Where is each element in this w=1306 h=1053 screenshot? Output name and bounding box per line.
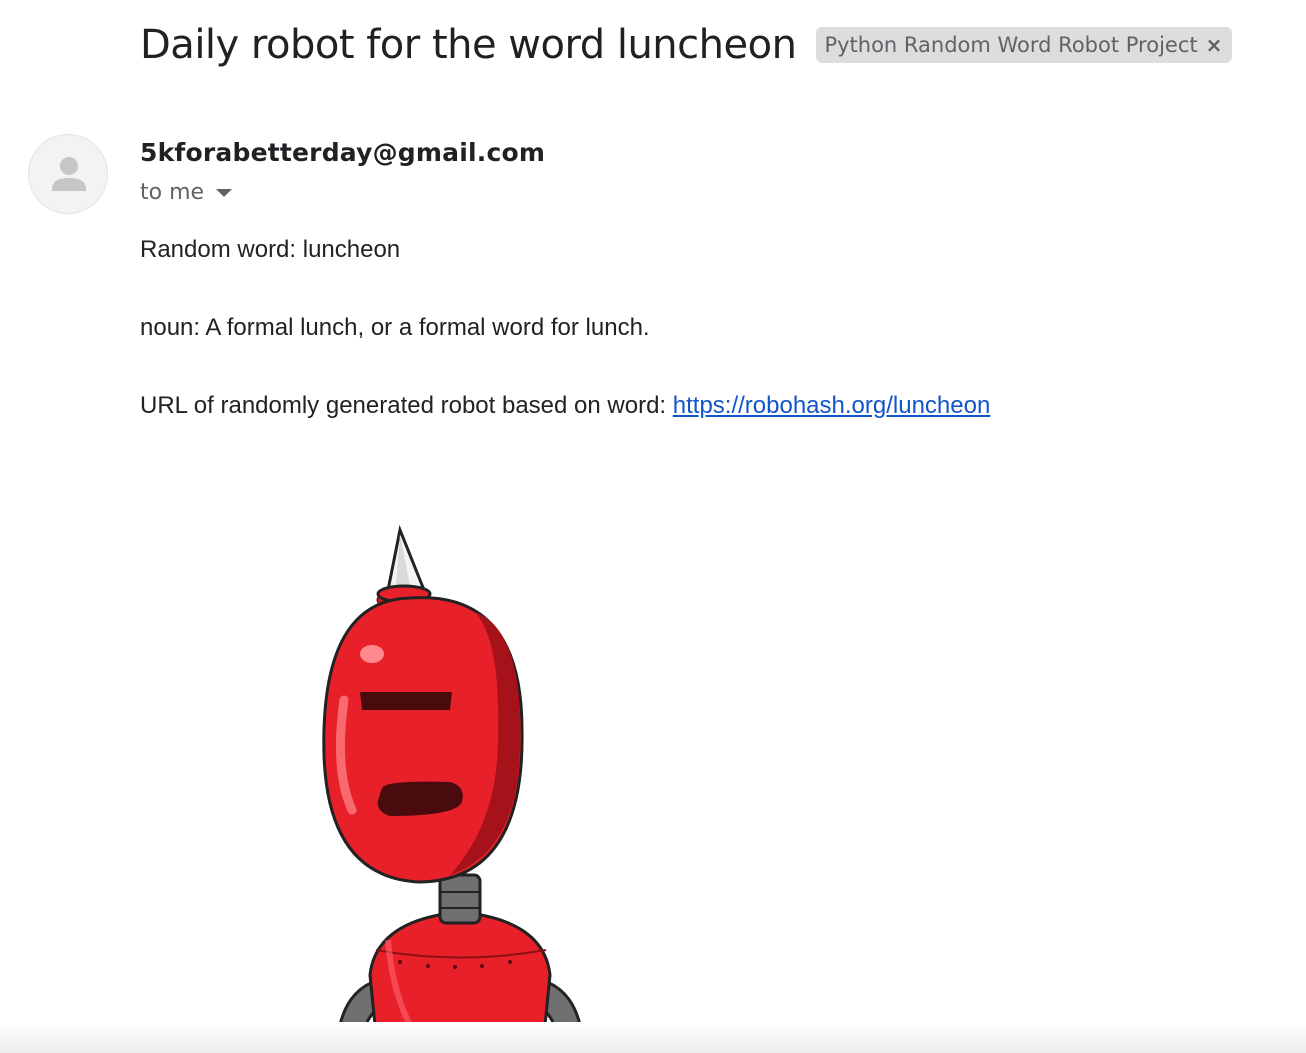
body-url-line: URL of randomly generated robot based on… [140, 392, 990, 420]
subject-row: Daily robot for the word luncheon Python… [140, 22, 1233, 68]
body-random-word: Random word: luncheon [140, 236, 401, 263]
chevron-down-icon[interactable] [216, 188, 233, 197]
red-robot-image [322, 524, 582, 1025]
recipient-label: to me [140, 180, 205, 205]
email-view: Daily robot for the word luncheon Python… [0, 0, 1306, 1053]
sender-avatar[interactable] [28, 134, 108, 214]
body-definition: noun: A formal lunch, or a formal word f… [140, 314, 650, 341]
email-subject: Daily robot for the word luncheon [140, 22, 797, 68]
sender-email[interactable]: 5kforabetterday@gmail.com [140, 138, 545, 167]
bottom-fade [0, 1022, 1306, 1053]
remove-label-button[interactable]: × [1206, 33, 1223, 57]
recipient-details-toggle[interactable]: to me [140, 180, 233, 205]
body-url-prefix: URL of randomly generated robot based on… [140, 392, 673, 419]
person-avatar-icon [52, 157, 86, 191]
label-chip-text: Python Random Word Robot Project [824, 33, 1198, 57]
label-chip[interactable]: Python Random Word Robot Project × [816, 27, 1233, 63]
robohash-link[interactable]: https://robohash.org/luncheon [673, 392, 991, 419]
